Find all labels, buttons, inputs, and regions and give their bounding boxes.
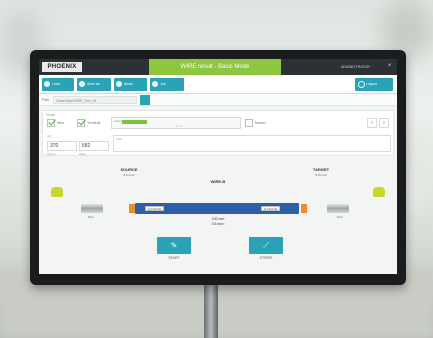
source-contact-icon (81, 204, 103, 213)
prev-button[interactable]: ‹ (367, 118, 377, 128)
path-input[interactable]: \Data\clipx\WIRE_Test_01 (53, 96, 137, 104)
save-as-label: Save as (87, 82, 100, 86)
notes-label: Note (116, 137, 122, 141)
title-bar: PHOENIX WIRE result - Basic Mode ADMINIS… (39, 59, 397, 75)
next-button[interactable]: › (379, 118, 389, 128)
terminal-checkbox-label: Terminal (87, 121, 101, 125)
target-sleeve-icon (301, 204, 307, 213)
source-spec: 0.5 mm² (123, 173, 135, 177)
path-label: Path (42, 98, 50, 102)
status-progress: Status 1 / 5 (111, 117, 241, 129)
wire-checkbox[interactable] (47, 119, 55, 127)
qty-label: Qty (47, 134, 52, 138)
stripe-label: STRIPE (259, 256, 273, 260)
stripe-button[interactable]: ⟋ (249, 237, 283, 254)
mode-button[interactable]: Mode (114, 78, 147, 91)
user-name[interactable]: ADMINISTRATOR (341, 63, 381, 71)
job-icon (152, 81, 158, 87)
save-as-button[interactable]: Save as (77, 78, 111, 91)
wire-area: 0.5 mm² (211, 222, 225, 226)
target-plug-icon (373, 187, 385, 197)
start-icon: ✎ (170, 241, 178, 250)
source-title: SOURCE (120, 167, 138, 172)
batch-field[interactable]: 582 (79, 141, 109, 151)
terminal-checkbox[interactable] (77, 119, 85, 127)
browse-icon[interactable] (140, 95, 150, 105)
monitor-stand (204, 282, 218, 338)
target-wire-tag: AI 0.5-8 OG (261, 206, 281, 211)
mode-label: Mode (124, 82, 133, 86)
source-strip-length: 8mm (88, 216, 94, 219)
monitor: PHOENIX WIRE result - Basic Mode ADMINIS… (30, 50, 406, 285)
job-button[interactable]: Job (150, 78, 184, 91)
mode-panel-label: Mode (46, 113, 55, 117)
qty-sublabel: Pieces (47, 152, 56, 156)
marker-checkbox-label: Marker (255, 121, 266, 125)
logout-label: Logout (366, 82, 377, 86)
progress-fill (122, 120, 147, 124)
notes-field[interactable]: Note (113, 135, 391, 152)
target-spec: 0.5 mm² (315, 173, 327, 177)
toolbar: Load Save as Mode Job Logout (39, 75, 397, 94)
progress-text: 1 / 5 (176, 124, 182, 128)
path-row: Path \Data\clipx\WIRE_Test_01 (39, 94, 397, 106)
target-contact-icon (327, 204, 349, 213)
save-icon (79, 81, 85, 87)
wire-cross-section: 100 mm 0.5 mm² (189, 217, 247, 227)
marker-checkbox[interactable] (245, 119, 253, 127)
start-label: START (168, 256, 180, 260)
close-icon[interactable]: × (385, 62, 394, 71)
app-window: PHOENIX WIRE result - Basic Mode ADMINIS… (39, 59, 397, 274)
stripe-icon: ⟋ (263, 241, 269, 250)
load-label: Load (52, 82, 60, 86)
logout-button[interactable]: Logout (355, 78, 393, 91)
start-button[interactable]: ✎ (157, 237, 191, 254)
folder-icon (44, 81, 50, 87)
power-icon (358, 81, 365, 88)
target-strip-length: 8mm (337, 216, 343, 219)
job-label: Job (160, 82, 166, 86)
wire-checkbox-label: Wire (57, 121, 65, 125)
wire-title: WIRE-B (210, 179, 226, 184)
window-title: WIRE result - Basic Mode (180, 64, 250, 70)
batch-sublabel: Batch (79, 152, 87, 156)
source-plug-icon (51, 187, 63, 197)
wire-diagram: SOURCE 0.5 mm² TARGET 0.5 mm² WIRE-B 8mm… (39, 159, 397, 234)
load-button[interactable]: Load (42, 78, 74, 91)
brand-logo: PHOENIX (42, 62, 82, 72)
target-title: TARGET (312, 167, 330, 172)
qty-field[interactable]: 370 (47, 141, 77, 151)
mode-icon (116, 81, 122, 87)
mode-panel: Mode Wire Terminal Status 1 / 5 Marker ‹… (42, 110, 394, 156)
source-wire-tag: AI 0.5-8 OG (145, 206, 165, 211)
